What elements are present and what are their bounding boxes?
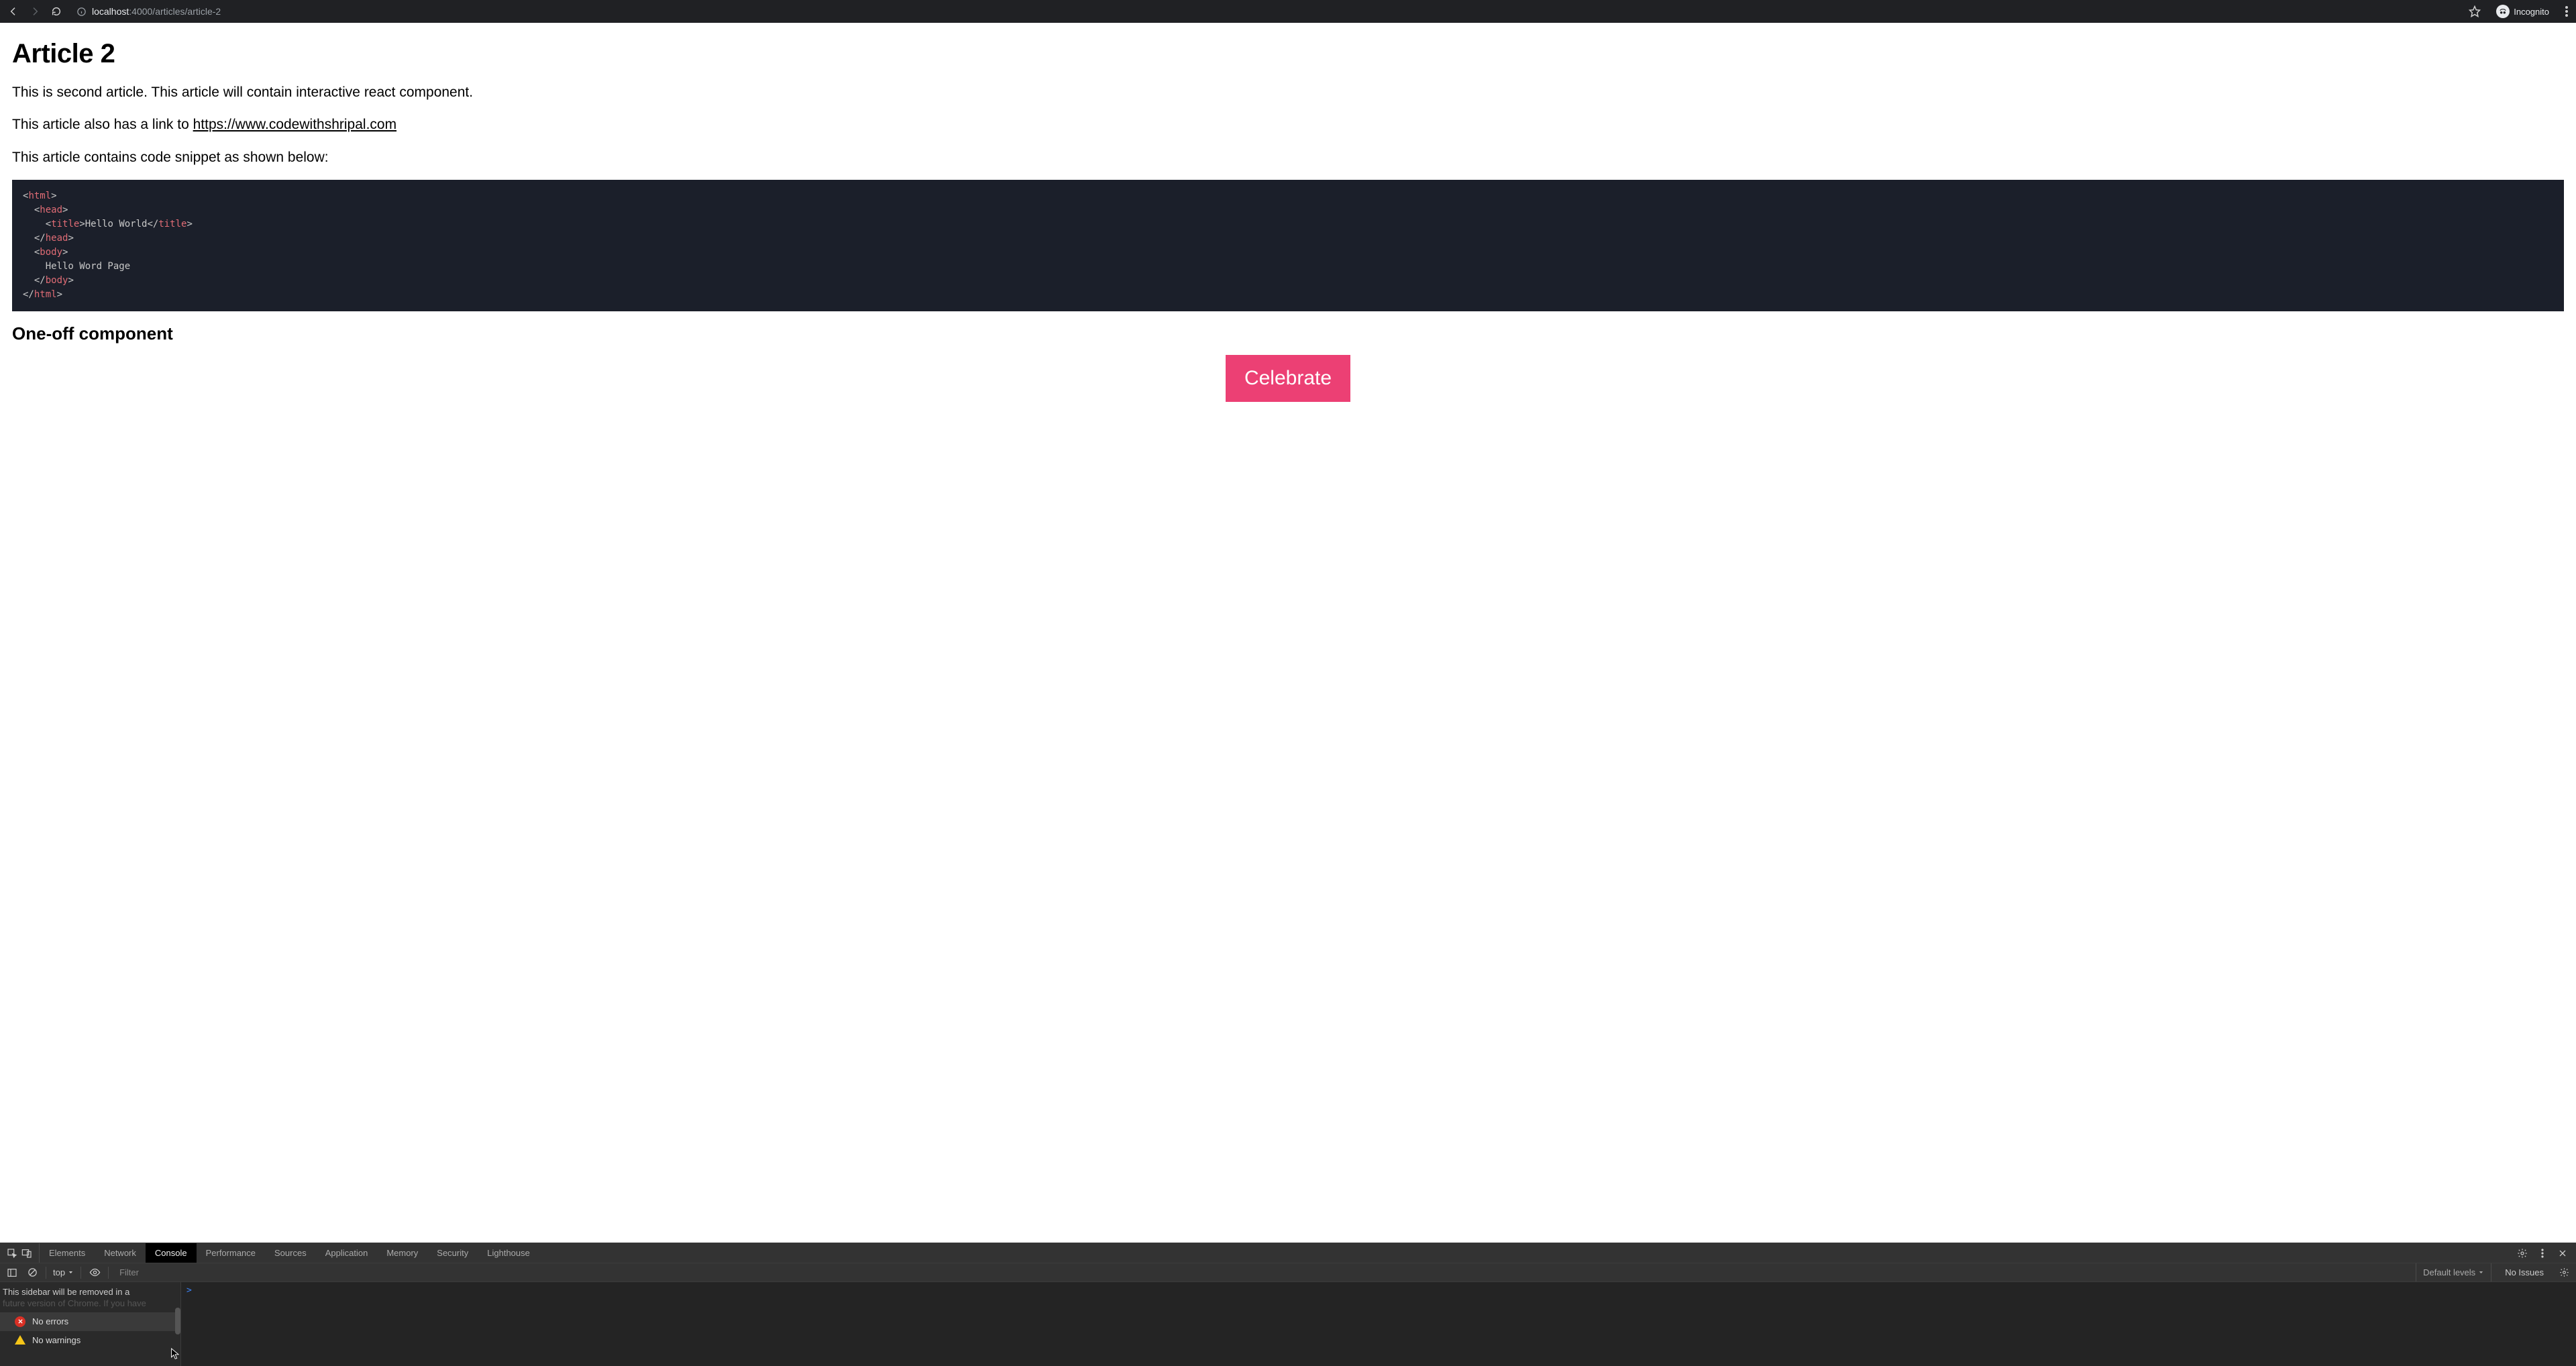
console-sidebar-toggle[interactable]	[5, 1266, 19, 1279]
info-icon	[76, 7, 87, 17]
sidebar-deprecation-notice: This sidebar will be removed in a	[0, 1282, 180, 1298]
browser-menu-button[interactable]	[2563, 6, 2571, 17]
incognito-icon	[2496, 5, 2510, 18]
error-badge-icon	[15, 1316, 25, 1327]
sidebar-deprecation-notice-fade: future version of Chrome. If you have	[0, 1298, 180, 1312]
eye-icon	[89, 1267, 101, 1278]
article-intro: This is second article. This article wil…	[12, 83, 2564, 103]
log-levels-label: Default levels	[2423, 1267, 2475, 1277]
device-toolbar-button[interactable]	[20, 1247, 34, 1260]
devtools-tab-security[interactable]: Security	[427, 1243, 478, 1263]
inspect-element-button[interactable]	[5, 1247, 19, 1260]
devtools-tabbar: ElementsNetworkConsolePerformanceSources…	[0, 1243, 2576, 1263]
celebrate-button[interactable]: Celebrate	[1226, 355, 1350, 402]
url-text: localhost:4000/articles/article-2	[92, 6, 221, 17]
article-link-paragraph: This article also has a link to https://…	[12, 115, 2564, 135]
context-selector[interactable]: top	[53, 1267, 74, 1277]
warning-badge-icon	[15, 1335, 25, 1345]
devtools-tab-network[interactable]: Network	[95, 1243, 146, 1263]
page-content: Article 2 This is second article. This a…	[0, 23, 2576, 1243]
log-levels-selector[interactable]: Default levels	[2416, 1263, 2491, 1281]
console-sidebar: This sidebar will be removed in a future…	[0, 1282, 181, 1366]
issues-indicator[interactable]: No Issues	[2498, 1267, 2551, 1277]
console-toolbar: top Default levels No Issues	[0, 1263, 2576, 1282]
browser-toolbar: localhost:4000/articles/article-2 Incogn…	[0, 0, 2576, 23]
devtools-settings-button[interactable]	[2516, 1247, 2529, 1260]
back-button[interactable]	[5, 3, 21, 19]
arrow-left-icon	[8, 6, 19, 17]
star-icon	[2469, 5, 2481, 17]
devtools-tab-elements[interactable]: Elements	[40, 1243, 95, 1263]
console-settings-button[interactable]	[2557, 1266, 2571, 1279]
snippet-intro: This article contains code snippet as sh…	[12, 148, 2564, 168]
link-prefix: This article also has a link to	[12, 117, 193, 132]
url-host: localhost	[92, 6, 129, 17]
code-block: <html> <head> <title>Hello World</title>…	[12, 180, 2564, 311]
incognito-label: Incognito	[2514, 7, 2549, 17]
kebab-icon	[2565, 6, 2568, 17]
sidebar-scrollbar[interactable]	[175, 1308, 180, 1334]
incognito-indicator[interactable]: Incognito	[2491, 2, 2555, 21]
bookmark-button[interactable]	[2467, 3, 2483, 19]
arrow-right-icon	[30, 6, 40, 17]
kebab-icon	[2541, 1249, 2544, 1258]
chevron-down-icon	[2478, 1269, 2484, 1275]
article-title: Article 2	[12, 39, 2564, 69]
sidebar-warnings-label: No warnings	[32, 1335, 80, 1345]
sidebar-item-errors[interactable]: No errors	[0, 1312, 180, 1331]
devtools-panel: ElementsNetworkConsolePerformanceSources…	[0, 1243, 2576, 1366]
sidebar-item-warnings[interactable]: No warnings	[0, 1331, 180, 1349]
sidebar-toggle-icon	[7, 1267, 17, 1278]
devtools-close-button[interactable]	[2556, 1247, 2569, 1260]
console-filter-input[interactable]	[115, 1265, 2409, 1280]
subheading: One-off component	[12, 323, 2564, 344]
inspect-icon	[7, 1248, 17, 1259]
console-output[interactable]: >	[181, 1282, 2576, 1366]
forward-button[interactable]	[27, 3, 43, 19]
devtools-tab-performance[interactable]: Performance	[197, 1243, 265, 1263]
chevron-down-icon	[68, 1269, 74, 1275]
console-prompt: >	[186, 1285, 192, 1296]
devtools-tab-lighthouse[interactable]: Lighthouse	[478, 1243, 539, 1263]
sidebar-errors-label: No errors	[32, 1316, 68, 1326]
reload-icon	[51, 6, 62, 17]
reload-button[interactable]	[48, 3, 64, 19]
devtools-tab-console[interactable]: Console	[146, 1243, 197, 1263]
address-bar[interactable]: localhost:4000/articles/article-2	[70, 2, 2461, 21]
clear-icon	[28, 1267, 38, 1277]
gear-icon	[2559, 1267, 2569, 1277]
context-label: top	[53, 1267, 65, 1277]
url-path: :4000/articles/article-2	[129, 6, 221, 17]
device-icon	[21, 1248, 32, 1259]
close-icon	[2559, 1249, 2567, 1257]
devtools-tab-memory[interactable]: Memory	[377, 1243, 427, 1263]
live-expression-button[interactable]	[88, 1266, 101, 1279]
external-link[interactable]: https://www.codewithshripal.com	[193, 117, 396, 132]
devtools-tab-sources[interactable]: Sources	[265, 1243, 316, 1263]
gear-icon	[2517, 1248, 2528, 1259]
devtools-menu-button[interactable]	[2536, 1247, 2549, 1260]
clear-console-button[interactable]	[25, 1266, 39, 1279]
devtools-tab-application[interactable]: Application	[316, 1243, 378, 1263]
